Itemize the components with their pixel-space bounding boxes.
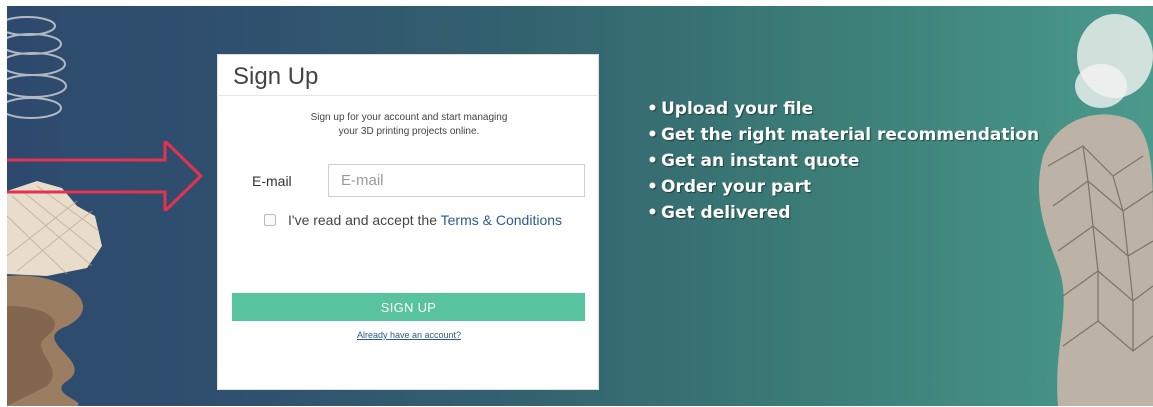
terms-prefix: I've read and accept the [288,212,441,228]
bullet-icon: • [647,177,658,197]
bullet-icon: • [647,203,658,223]
bullet-icon: • [647,125,658,145]
feature-text: Order your part [661,177,812,197]
description-line-2: your 3D printing projects online. [338,126,480,137]
email-field[interactable] [328,164,585,197]
feature-text: Get the right material recommendation [661,125,1040,145]
email-label: E-mail [252,173,292,189]
terms-text: I've read and accept the Terms & Conditi… [288,212,562,228]
signup-description: Sign up for your account and start manag… [218,111,600,139]
feature-item: • Get delivered [647,200,1039,226]
terms-checkbox[interactable] [264,214,276,226]
feature-text: Get delivered [661,203,791,223]
email-row: E-mail [218,162,600,198]
terms-link[interactable]: Terms & Conditions [441,212,562,228]
feature-item: • Upload your file [647,96,1039,122]
bullet-icon: • [647,151,658,171]
bullet-icon: • [647,99,658,119]
signup-button[interactable]: SIGN UP [232,293,585,321]
feature-item: • Get an instant quote [647,148,1039,174]
feature-text: Get an instant quote [661,151,860,171]
signup-card: Sign Up Sign up for your account and sta… [217,54,599,390]
feature-item: • Get the right material recommendation [647,122,1039,148]
already-have-account-link[interactable]: Already have an account? [218,330,600,340]
card-title: Sign Up [218,55,598,96]
right-arrow-outline-icon [7,141,204,211]
feature-item: • Order your part [647,174,1039,200]
hero-banner: Sign Up Sign up for your account and sta… [7,6,1153,406]
feature-list: • Upload your file • Get the right materia… [647,96,1039,226]
description-line-1: Sign up for your account and start manag… [310,112,508,123]
feature-text: Upload your file [661,99,814,119]
